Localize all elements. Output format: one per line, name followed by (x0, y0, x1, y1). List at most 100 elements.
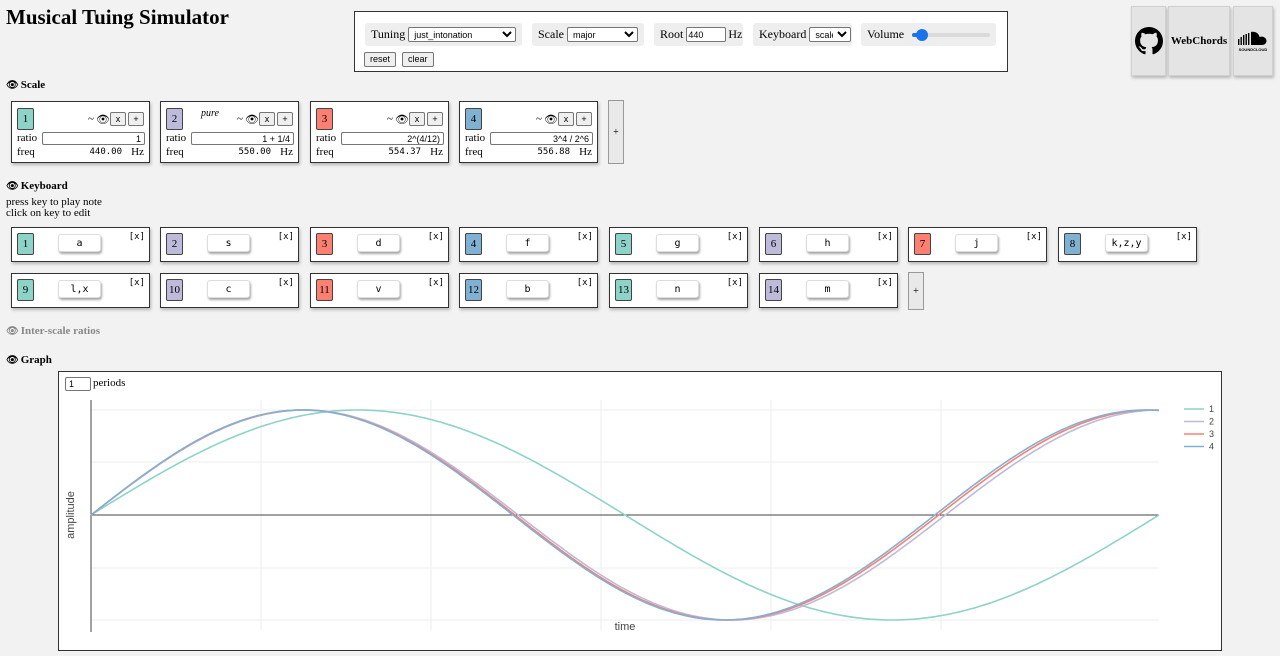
duplicate-note-button[interactable]: + (576, 112, 592, 126)
graph-section-header[interactable]: 👁 Graph (6, 354, 52, 366)
remove-key-button[interactable]: [x] (877, 232, 893, 242)
keyboard-key-card: 9 l,x [x] (11, 273, 150, 308)
remove-key-button[interactable]: [x] (1176, 232, 1192, 242)
remove-key-button[interactable]: [x] (278, 278, 294, 288)
root-input[interactable] (686, 27, 727, 42)
tuning-control: Tuning just_intonation (365, 23, 522, 46)
volume-slider[interactable] (912, 28, 990, 41)
key-binding-button[interactable]: s (207, 234, 250, 252)
add-note-button[interactable]: + (608, 100, 624, 164)
tuning-select[interactable]: just_intonation (408, 27, 516, 42)
inter-scale-section-header[interactable]: 👁 Inter-scale ratios (6, 325, 100, 337)
key-binding-button[interactable]: c (207, 280, 250, 298)
keyboard-section-title: Keyboard (20, 180, 68, 192)
root-unit: Hz (728, 27, 743, 41)
remove-note-button[interactable]: x (558, 112, 574, 126)
key-number-badge: 6 (765, 233, 782, 255)
ratio-input[interactable] (42, 132, 145, 145)
eye-icon[interactable]: 👁 (245, 113, 259, 126)
eye-icon[interactable]: 👁 (395, 113, 409, 126)
duplicate-note-button[interactable]: + (427, 112, 443, 126)
remove-key-button[interactable]: [x] (727, 278, 743, 288)
play-wave-icon[interactable]: ~ (88, 113, 94, 125)
key-binding-button[interactable]: j (955, 234, 998, 252)
key-binding-button[interactable]: h (806, 234, 849, 252)
keyboard-key-card: 11 v [x] (310, 273, 449, 308)
keyboard-select[interactable]: scale (809, 27, 852, 42)
soundcloud-link[interactable]: SOUNDCLOUD (1233, 6, 1273, 76)
eye-icon[interactable]: 👁 (6, 326, 19, 337)
remove-note-button[interactable]: x (110, 112, 126, 126)
note-number-badge: 4 (465, 108, 482, 130)
keyboard-section-header[interactable]: 👁 Keyboard (6, 180, 68, 192)
freq-label: freq (316, 146, 334, 158)
remove-note-button[interactable]: x (259, 112, 275, 126)
scale-select[interactable]: major (567, 27, 638, 42)
scale-label: Scale (538, 27, 564, 41)
remove-key-button[interactable]: [x] (877, 278, 893, 288)
ratio-input[interactable] (191, 132, 294, 145)
keyboard-key-card: 8 k,z,y [x] (1058, 227, 1197, 262)
scale-section-header[interactable]: 👁 Scale (6, 79, 45, 91)
ratio-input[interactable] (341, 132, 444, 145)
github-link[interactable] (1131, 6, 1166, 76)
remove-key-button[interactable]: [x] (428, 278, 444, 288)
remove-key-button[interactable]: [x] (428, 232, 444, 242)
remove-key-button[interactable]: [x] (577, 232, 593, 242)
ratio-label: ratio (465, 132, 486, 144)
key-binding-button[interactable]: a (58, 234, 101, 252)
remove-key-button[interactable]: [x] (727, 232, 743, 242)
key-binding-button[interactable]: d (357, 234, 400, 252)
add-key-button[interactable]: + (908, 272, 924, 310)
keyboard-key-card: 4 f [x] (459, 227, 598, 262)
reset-button[interactable]: reset (364, 52, 397, 67)
key-binding-button[interactable]: n (656, 280, 699, 298)
graph-panel: periods 1234timeamplitude (58, 371, 1222, 651)
remove-note-button[interactable]: x (409, 112, 425, 126)
key-number-badge: 11 (316, 279, 333, 301)
remove-key-button[interactable]: [x] (278, 232, 294, 242)
play-wave-icon[interactable]: ~ (237, 113, 243, 125)
clear-button[interactable]: clear (402, 52, 434, 67)
key-binding-button[interactable]: m (806, 280, 849, 298)
key-binding-button[interactable]: b (506, 280, 549, 298)
freq-label: freq (17, 146, 35, 158)
remove-key-button[interactable]: [x] (129, 232, 145, 242)
soundcloud-label: SOUNDCLOUD (1238, 46, 1268, 52)
scale-note-card: 1 ~👁x+ ratio freq 440.00 Hz (11, 101, 150, 163)
keyboard-hint-edit: click on key to edit (6, 207, 91, 219)
eye-icon[interactable]: 👁 (96, 113, 110, 126)
key-binding-button[interactable]: k,z,y (1105, 234, 1148, 252)
freq-unit: Hz (579, 146, 592, 158)
key-binding-button[interactable]: g (656, 234, 699, 252)
volume-label: Volume (867, 27, 905, 41)
duplicate-note-button[interactable]: + (277, 112, 293, 126)
eye-icon[interactable]: 👁 (6, 80, 19, 91)
keyboard-key-card: 10 c [x] (160, 273, 299, 308)
key-number-badge: 2 (166, 233, 183, 255)
webchords-link[interactable]: WebChords (1168, 6, 1230, 76)
key-number-badge: 14 (765, 279, 782, 301)
eye-icon[interactable]: 👁 (6, 355, 19, 366)
x-axis-label: time (615, 621, 636, 633)
remove-key-button[interactable]: [x] (1026, 232, 1042, 242)
legend-label-3: 3 (1209, 429, 1214, 439)
keyboard-key-card: 7 j [x] (908, 227, 1047, 262)
keyboard-key-card: 6 h [x] (759, 227, 898, 262)
duplicate-note-button[interactable]: + (128, 112, 144, 126)
play-wave-icon[interactable]: ~ (536, 113, 542, 125)
ratio-input[interactable] (490, 132, 593, 145)
key-number-badge: 12 (465, 279, 482, 301)
freq-unit: Hz (430, 146, 443, 158)
key-binding-button[interactable]: f (506, 234, 549, 252)
key-binding-button[interactable]: v (357, 280, 400, 298)
remove-key-button[interactable]: [x] (129, 278, 145, 288)
play-wave-icon[interactable]: ~ (387, 113, 393, 125)
eye-icon[interactable]: 👁 (544, 113, 558, 126)
remove-key-button[interactable]: [x] (577, 278, 593, 288)
volume-thumb[interactable] (916, 28, 929, 41)
key-number-badge: 10 (166, 279, 183, 301)
eye-icon[interactable]: 👁 (6, 181, 19, 192)
key-binding-button[interactable]: l,x (58, 280, 101, 298)
freq-label: freq (166, 146, 184, 158)
